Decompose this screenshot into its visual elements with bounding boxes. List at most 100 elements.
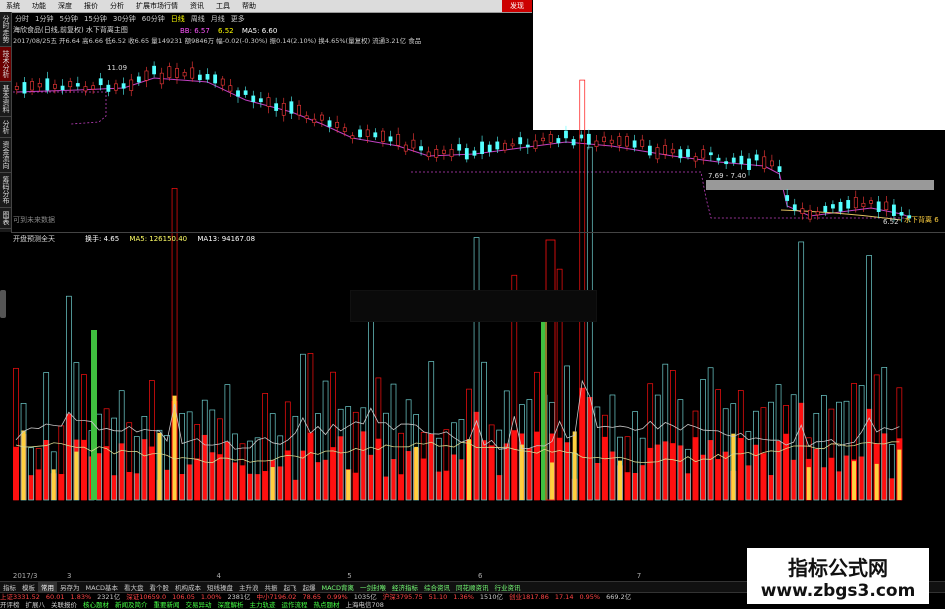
indicator-tab[interactable]: 指标 <box>0 582 19 592</box>
indicator-tab[interactable]: 模板 <box>19 582 38 592</box>
left-scroll-handle[interactable] <box>0 290 6 318</box>
volume-bar <box>103 446 110 500</box>
menu-function[interactable]: 功能 <box>26 1 52 11</box>
volume-bar <box>677 445 684 500</box>
volume-bar <box>511 430 518 500</box>
status-item[interactable]: 扩展八 <box>26 601 46 609</box>
candle-body <box>548 134 553 143</box>
menu-analysis[interactable]: 分析 <box>104 1 130 11</box>
status-item[interactable]: 上海电信708 <box>346 601 384 609</box>
status-item[interactable]: 重要新闻 <box>154 601 180 609</box>
candle-body <box>434 148 439 158</box>
volume-yellow-bar <box>519 444 524 500</box>
indicator-tab[interactable]: MACD基本 <box>83 582 121 592</box>
status-item[interactable]: 交易异动 <box>186 601 212 609</box>
indicator-tab[interactable]: 起爆 <box>299 582 318 592</box>
side-tab-fund-flow[interactable]: 资金流向 <box>0 138 11 173</box>
indicator-tab[interactable]: 共振 <box>261 582 280 592</box>
menu-extended-market[interactable]: 扩展市场行情 <box>130 1 184 11</box>
status-item: 669.2亿 <box>606 593 632 601</box>
volume-yellow-bar <box>806 467 811 500</box>
indicator-tab[interactable]: 行业资讯 <box>491 582 523 592</box>
indicator-tab[interactable]: MACD背离 <box>318 582 356 592</box>
candle-body <box>831 204 835 209</box>
candle-body <box>510 143 515 147</box>
indicator-tab[interactable]: 常用 <box>38 582 57 592</box>
pane-divider[interactable] <box>11 232 945 233</box>
status-item: 106.05 <box>172 593 195 601</box>
volume-bar <box>835 471 842 500</box>
candle-body <box>243 90 248 95</box>
watermark-title: 指标公式网 <box>788 555 888 580</box>
status-item[interactable]: 关联报价 <box>51 601 77 609</box>
status-item[interactable]: 热点题材 <box>314 601 340 609</box>
volume-bar <box>458 459 465 500</box>
indicator-tab[interactable]: 同花顺资讯 <box>453 582 492 592</box>
candle-body <box>625 136 629 147</box>
menu-discover-button[interactable]: 发现 <box>502 0 532 12</box>
candle-body <box>785 195 790 201</box>
side-tab-chips[interactable]: 筹码分布 <box>0 173 11 208</box>
indicator-tab[interactable]: 短线操盘 <box>204 582 236 592</box>
volume-bar <box>405 451 412 500</box>
indicator-tab[interactable]: 一剑封喉 <box>357 582 389 592</box>
status-item: 上证3331.52 <box>0 593 40 601</box>
candle-body <box>823 205 828 213</box>
volume-bar <box>164 469 170 500</box>
candle-body <box>708 152 713 156</box>
candle-body <box>480 141 484 155</box>
sub-indicator-title: 开盘预测全天 <box>13 235 55 243</box>
indicator-tab[interactable]: 机构成本 <box>172 582 204 592</box>
candle-body <box>30 81 34 91</box>
candle-body <box>251 95 256 102</box>
status-item[interactable]: 核心题材 <box>83 601 109 609</box>
side-tab-analysis[interactable]: 分析 <box>0 117 11 138</box>
candle-body <box>98 78 103 86</box>
indicator-tab[interactable]: 经济指标 <box>389 582 421 592</box>
side-tab-technical[interactable]: 技术分析 <box>0 47 11 82</box>
volume-bar <box>35 469 42 500</box>
candle-body <box>365 129 370 137</box>
volume-bar <box>820 467 827 500</box>
volume-bar <box>579 387 586 500</box>
menu-help[interactable]: 帮助 <box>236 1 262 11</box>
volume-bar <box>292 479 299 500</box>
sub-legend-ma5: MA5: 126150.40 <box>129 235 188 243</box>
volume-bar <box>352 472 359 500</box>
indicator-tab[interactable]: 主升浪 <box>236 582 262 592</box>
indicator-tab[interactable]: 另存为 <box>57 582 83 592</box>
candle-body <box>388 136 393 142</box>
volume-bar <box>768 475 774 500</box>
volume-bar <box>435 471 442 500</box>
menu-news[interactable]: 资讯 <box>184 1 210 11</box>
indicator-tab[interactable]: 看个股 <box>146 582 172 592</box>
candle-body <box>617 136 622 146</box>
indicator-tab[interactable]: 看大盘 <box>121 582 147 592</box>
status-item: 51.10 <box>428 593 448 601</box>
candle-body <box>579 134 584 139</box>
side-tab-charts[interactable]: 图表 <box>0 208 11 229</box>
menu-system[interactable]: 系统 <box>0 1 26 11</box>
side-tab-fundamentals[interactable]: 基本资料 <box>0 82 11 117</box>
side-tab-timeshare[interactable]: 分时走势 <box>0 12 11 47</box>
status-item[interactable]: 新闻及简介 <box>115 601 148 609</box>
menu-tools[interactable]: 工具 <box>210 1 236 11</box>
volume-bar <box>322 459 329 500</box>
status-item[interactable]: 开评榜 <box>0 601 20 609</box>
ma-legend-value: 6.52 <box>218 27 234 35</box>
ma-legend-bb: BB: 6.57 <box>180 27 210 35</box>
menu-quote[interactable]: 报价 <box>78 1 104 11</box>
candle-body <box>495 141 500 150</box>
volume-bar <box>609 451 616 500</box>
volume-bar <box>133 473 140 500</box>
menu-depth[interactable]: 深度 <box>52 1 78 11</box>
volume-bar <box>594 462 601 500</box>
status-item[interactable]: 运作流程 <box>282 601 308 609</box>
volume-bar <box>888 478 895 500</box>
indicator-tab[interactable]: 起飞 <box>280 582 299 592</box>
redacted-block <box>350 290 597 322</box>
status-item[interactable]: 主力轨迹 <box>250 601 276 609</box>
indicator-tab[interactable]: 综合资讯 <box>421 582 453 592</box>
status-item[interactable]: 深度解析 <box>218 601 244 609</box>
volume-bar <box>669 443 676 500</box>
